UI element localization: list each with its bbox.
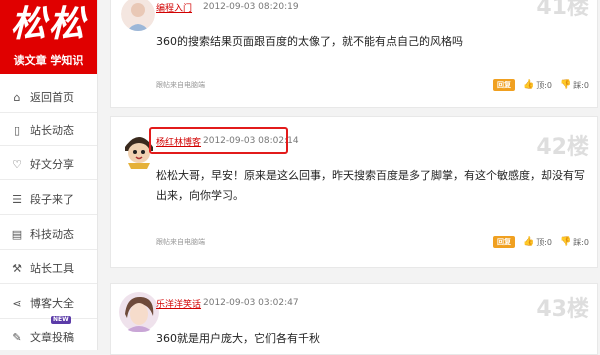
comment-card: 编程入门 2012-09-03 08:20:19 41楼 360的搜索结果页面跟… bbox=[110, 0, 598, 108]
comment-source: 跟帖来自电脑端 bbox=[156, 81, 205, 89]
comment-actions: 回复 👍 顶:0 👎 踩:0 bbox=[492, 235, 589, 249]
thumbs-up-icon: 👍 bbox=[522, 237, 535, 247]
heart-icon: ♡ bbox=[12, 157, 22, 171]
highlight-box bbox=[149, 127, 288, 154]
phone-icon: ▯ bbox=[13, 123, 21, 137]
thumbs-up-icon: 👍 bbox=[522, 80, 535, 90]
home-icon: ⌂ bbox=[13, 90, 21, 104]
downvote-count: 踩:0 bbox=[573, 80, 589, 90]
logo-tagline: 读文章 学知识 bbox=[13, 54, 84, 67]
thumbs-down-icon: 👎 bbox=[559, 237, 572, 247]
comment-text: 360就是用户庞大，它们各有千秋 bbox=[156, 332, 320, 345]
downvote-button[interactable]: 👎 踩:0 bbox=[560, 237, 589, 248]
reply-button[interactable]: 回复 bbox=[492, 79, 515, 91]
sidebar-item-jokes[interactable]: ☰ 段子来了 bbox=[0, 184, 97, 215]
edit-icon: ✎ bbox=[12, 330, 22, 344]
downvote-button[interactable]: 👎 踩:0 bbox=[560, 80, 589, 91]
sidebar-item-good-articles[interactable]: ♡ 好文分享 bbox=[0, 149, 97, 180]
sidebar-item-tech-news[interactable]: ▤ 科技动态 bbox=[0, 219, 97, 250]
comment-time: 2012-09-03 08:20:19 bbox=[203, 2, 299, 12]
site-logo[interactable]: 松松 读文章 学知识 bbox=[0, 0, 97, 74]
comment-time: 2012-09-03 03:02:47 bbox=[203, 298, 299, 308]
sidebar-item-label: 文章投稿 bbox=[30, 331, 74, 344]
sidebar-item-webmaster-news[interactable]: ▯ 站长动态 bbox=[0, 115, 97, 146]
sidebar-item-label: 站长工具 bbox=[30, 262, 74, 275]
sidebar-item-label: 站长动态 bbox=[30, 124, 74, 137]
floor-number: 41楼 bbox=[536, 0, 589, 20]
downvote-count: 踩:0 bbox=[573, 237, 589, 247]
reply-button[interactable]: 回复 bbox=[492, 236, 515, 248]
logo-mark: 松松 bbox=[10, 3, 87, 45]
comment-author[interactable]: 编程入门 bbox=[156, 1, 192, 14]
sidebar-item-label: 返回首页 bbox=[30, 91, 74, 104]
avatar[interactable] bbox=[119, 292, 159, 332]
new-badge: NEW bbox=[51, 316, 71, 324]
sidebar-item-label: 好文分享 bbox=[30, 158, 74, 171]
upvote-count: 顶:0 bbox=[536, 237, 552, 247]
sidebar-item-submit-article[interactable]: ✎ 文章投稿 NEW bbox=[0, 316, 97, 352]
sidebar-item-label: 科技动态 bbox=[30, 228, 74, 241]
floor-number: 42楼 bbox=[536, 135, 589, 160]
upvote-button[interactable]: 👍 顶:0 bbox=[523, 80, 552, 91]
share-icon: ⋖ bbox=[12, 296, 22, 310]
comment-text: 360的搜索结果页面跟百度的太像了，就不能有点自己的风格吗 bbox=[156, 35, 463, 48]
sidebar: 松松 读文章 学知识 ⌂ 返回首页 ▯ 站长动态 ♡ 好文分享 ☰ 段子来了 ▤… bbox=[0, 0, 98, 350]
wrench-icon: ⚒ bbox=[12, 261, 22, 275]
sidebar-item-label: 段子来了 bbox=[30, 193, 74, 206]
sidebar-item-webmaster-tools[interactable]: ⚒ 站长工具 bbox=[0, 253, 97, 284]
document-icon: ▤ bbox=[11, 227, 23, 241]
sidebar-item-label: 博客大全 bbox=[30, 297, 74, 310]
list-icon: ☰ bbox=[12, 192, 22, 206]
thumbs-down-icon: 👎 bbox=[559, 80, 572, 90]
sidebar-item-home[interactable]: ⌂ 返回首页 bbox=[0, 82, 97, 113]
upvote-button[interactable]: 👍 顶:0 bbox=[523, 237, 552, 248]
floor-number: 43楼 bbox=[536, 297, 589, 322]
sidebar-item-blog-directory[interactable]: ⋖ 博客大全 bbox=[0, 288, 97, 319]
comment-author[interactable]: 乐洋洋笑话 bbox=[156, 297, 201, 310]
comment-actions: 回复 👍 顶:0 👎 踩:0 bbox=[492, 78, 589, 92]
comment-source: 跟帖来自电脑端 bbox=[156, 238, 205, 246]
comment-text: 松松大哥，早安！原来是这么回事，昨天搜索百度是多了脚掌，有这个敏感度，却没有写出… bbox=[156, 169, 585, 202]
comment-card: 乐洋洋笑话 2012-09-03 03:02:47 43楼 360就是用户庞大，… bbox=[110, 283, 598, 355]
upvote-count: 顶:0 bbox=[536, 80, 552, 90]
avatar[interactable] bbox=[121, 0, 155, 31]
